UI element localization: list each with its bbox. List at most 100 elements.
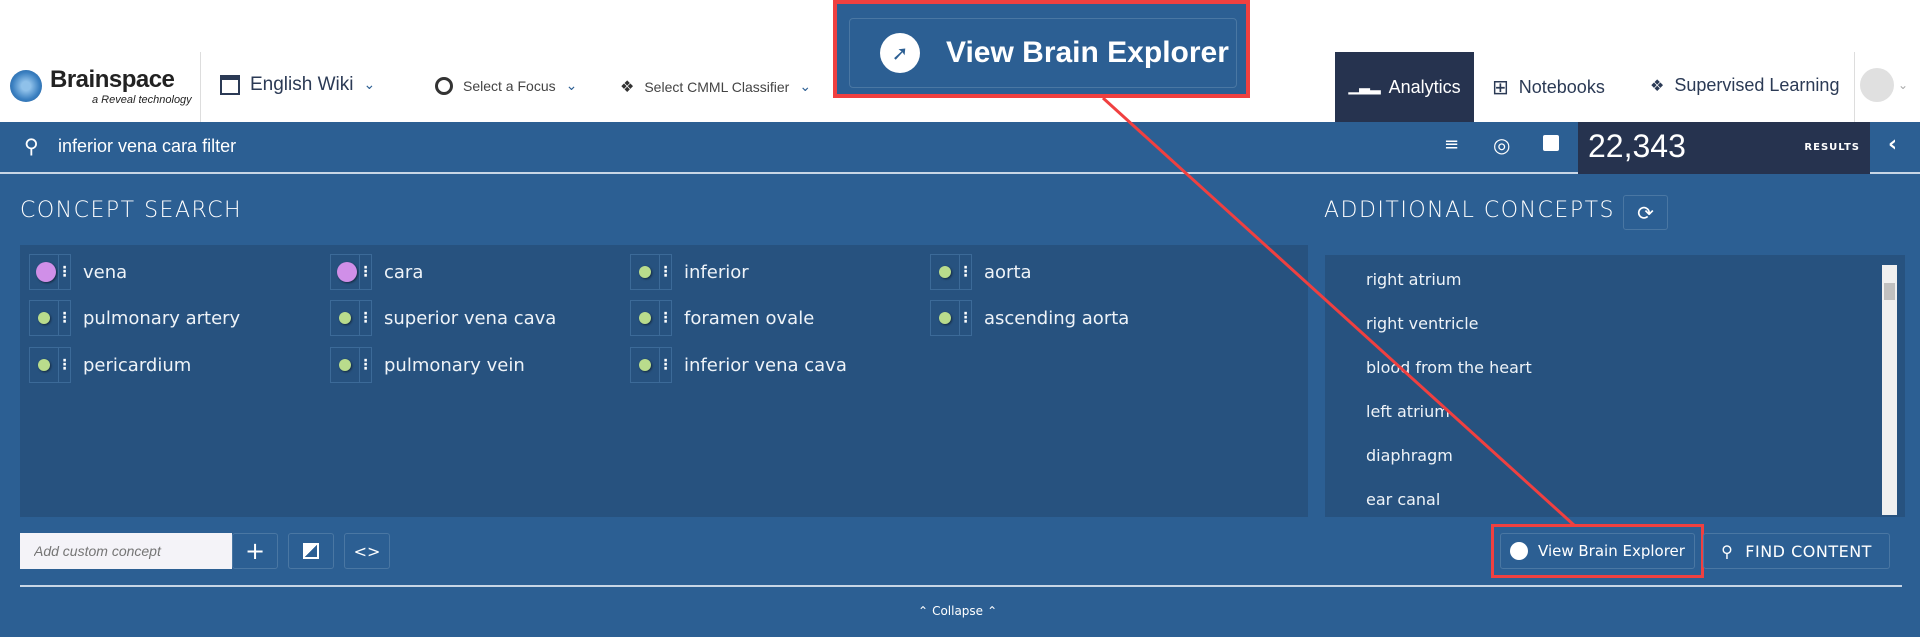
additional-concept-item[interactable]: left atrium xyxy=(1366,402,1450,421)
concept-chip[interactable]: ⋮ superior vena cava xyxy=(330,300,556,336)
kebab-menu-icon[interactable]: ⋮ xyxy=(959,255,973,289)
additional-concept-item[interactable]: right ventricle xyxy=(1366,314,1479,333)
chevron-down-icon: ⌄ xyxy=(363,77,376,93)
concept-chip[interactable]: ⋮ ascending aorta xyxy=(930,300,1129,336)
refresh-search-icon: ⟳ xyxy=(1637,200,1654,225)
search-input[interactable]: inferior vena cara filter xyxy=(58,136,236,157)
weight-dot-icon xyxy=(339,359,351,371)
results-count: 22,343 xyxy=(1588,128,1686,164)
weight-dot-icon xyxy=(939,266,951,278)
concept-chip[interactable]: ⋮ foramen ovale xyxy=(630,300,814,336)
concept-label: aorta xyxy=(984,261,1032,283)
concept-chip[interactable]: ⋮ pulmonary vein xyxy=(330,347,525,383)
weight-dot-icon xyxy=(639,312,651,324)
additional-concept-item[interactable]: blood from the heart xyxy=(1366,358,1532,377)
dataset-selector[interactable]: English Wiki ⌄ xyxy=(220,74,375,96)
classifier-selector[interactable]: ❖ Select CMML Classifier ⌄ xyxy=(620,77,811,96)
weight-dot-icon xyxy=(337,262,357,282)
collapse-panel-chevron-icon[interactable]: ‹ xyxy=(1888,132,1897,157)
focus-selector[interactable]: Select a Focus ⌄ xyxy=(435,77,577,95)
concept-label: inferior vena cava xyxy=(684,354,847,376)
weight-dot-icon xyxy=(36,262,56,282)
concept-weight-toggle[interactable]: ⋮ xyxy=(630,300,673,336)
filter-icon[interactable]: ≡ xyxy=(1444,134,1459,155)
brainspace-logo-icon xyxy=(10,70,42,102)
kebab-menu-icon[interactable]: ⋮ xyxy=(58,348,72,382)
nav-analytics[interactable]: ▁▃▂ Analytics xyxy=(1335,52,1474,122)
concept-label: inferior xyxy=(684,261,749,283)
weight-dot-icon xyxy=(639,266,651,278)
grid-icon: ⊞ xyxy=(1492,75,1509,99)
target-icon xyxy=(435,77,453,95)
concept-label: ascending aorta xyxy=(984,307,1130,329)
nav-supervised-learning[interactable]: ❖ Supervised Learning xyxy=(1650,75,1839,96)
weight-dot-icon xyxy=(339,312,351,324)
chevron-up-icon: ⌃ xyxy=(987,604,998,618)
contrast-icon xyxy=(303,543,319,559)
concept-chip[interactable]: ⋮ cara xyxy=(330,254,423,290)
search-icon: ⚲ xyxy=(24,134,39,158)
additional-concept-item[interactable]: right atrium xyxy=(1366,270,1462,289)
refresh-concepts-button[interactable]: ⟳ xyxy=(1623,195,1668,230)
concept-label: vena xyxy=(83,261,128,283)
concept-weight-toggle[interactable]: ⋮ xyxy=(29,254,72,290)
crosshair-icon[interactable]: ◎ xyxy=(1493,133,1510,157)
weight-dot-icon xyxy=(38,312,50,324)
kebab-menu-icon[interactable]: ⋮ xyxy=(659,255,673,289)
chevron-down-icon[interactable]: ⌄ xyxy=(1898,78,1908,92)
plus-icon: + xyxy=(244,537,266,565)
concept-weight-toggle[interactable]: ⋮ xyxy=(930,254,973,290)
avatar[interactable] xyxy=(1860,68,1894,102)
divider xyxy=(200,52,201,122)
concept-weight-toggle[interactable]: ⋮ xyxy=(29,300,72,336)
save-icon[interactable] xyxy=(1543,135,1559,151)
callout-brain-explorer-button: ➚ View Brain Explorer xyxy=(849,18,1237,88)
concept-label: pulmonary vein xyxy=(384,354,525,376)
weight-dot-icon xyxy=(939,312,951,324)
concept-label: foramen ovale xyxy=(684,307,815,329)
concept-label: superior vena cava xyxy=(384,307,557,329)
chevron-down-icon: ⌄ xyxy=(799,78,812,95)
concept-chip[interactable]: ⋮ inferior vena cava xyxy=(630,347,847,383)
kebab-menu-icon[interactable]: ⋮ xyxy=(359,255,373,289)
nav-notebooks[interactable]: ⊞ Notebooks xyxy=(1492,75,1605,99)
concept-chip[interactable]: ⋮ vena xyxy=(29,254,127,290)
additional-concept-item[interactable]: diaphragm xyxy=(1366,446,1453,465)
kebab-menu-icon[interactable]: ⋮ xyxy=(359,301,373,335)
collapse-toggle[interactable]: ⌃ Collapse ⌃ xyxy=(918,604,997,618)
concept-weight-toggle[interactable]: ⋮ xyxy=(930,300,973,336)
search-icon: ⚲ xyxy=(1721,541,1734,561)
scrollbar-thumb[interactable] xyxy=(1884,283,1895,300)
results-count-box: 22,343 RESULTS xyxy=(1578,122,1870,174)
concept-chip[interactable]: ⋮ pericardium xyxy=(29,347,191,383)
kebab-menu-icon[interactable]: ⋮ xyxy=(58,255,72,289)
brand-subtitle: a Reveal technology xyxy=(92,94,192,106)
concept-weight-toggle[interactable]: ⋮ xyxy=(29,347,72,383)
code-button[interactable]: <> xyxy=(344,533,390,569)
concept-search-panel: ⋮ vena ⋮ cara ⋮ inferior ⋮ aorta ⋮ pulmonary arte… xyxy=(20,245,1308,517)
concept-weight-toggle[interactable]: ⋮ xyxy=(330,300,373,336)
concept-weight-toggle[interactable]: ⋮ xyxy=(630,254,673,290)
kebab-menu-icon[interactable]: ⋮ xyxy=(959,301,973,335)
concept-chip[interactable]: ⋮ pulmonary artery xyxy=(29,300,240,336)
results-label: RESULTS xyxy=(1804,142,1860,153)
kebab-menu-icon[interactable]: ⋮ xyxy=(659,348,673,382)
additional-concept-item[interactable]: ear canal xyxy=(1366,490,1440,509)
find-content-button[interactable]: ⚲ FIND CONTENT xyxy=(1703,533,1890,569)
kebab-menu-icon[interactable]: ⋮ xyxy=(359,348,373,382)
custom-concept-input[interactable] xyxy=(20,533,232,569)
kebab-menu-icon[interactable]: ⋮ xyxy=(58,301,72,335)
add-concept-button[interactable]: + xyxy=(232,533,278,569)
concept-weight-toggle[interactable]: ⋮ xyxy=(330,254,373,290)
network-icon: ❖ xyxy=(620,77,635,96)
scrollbar[interactable] xyxy=(1882,265,1897,515)
kebab-menu-icon[interactable]: ⋮ xyxy=(659,301,673,335)
concept-weight-toggle[interactable]: ⋮ xyxy=(630,347,673,383)
concept-chip[interactable]: ⋮ inferior xyxy=(630,254,749,290)
weight-dot-icon xyxy=(38,359,50,371)
weight-button[interactable] xyxy=(288,533,334,569)
concept-search-title: CONCEPT SEARCH xyxy=(20,198,243,223)
brand-name: Brainspace xyxy=(50,66,175,93)
concept-chip[interactable]: ⋮ aorta xyxy=(930,254,1032,290)
concept-weight-toggle[interactable]: ⋮ xyxy=(330,347,373,383)
